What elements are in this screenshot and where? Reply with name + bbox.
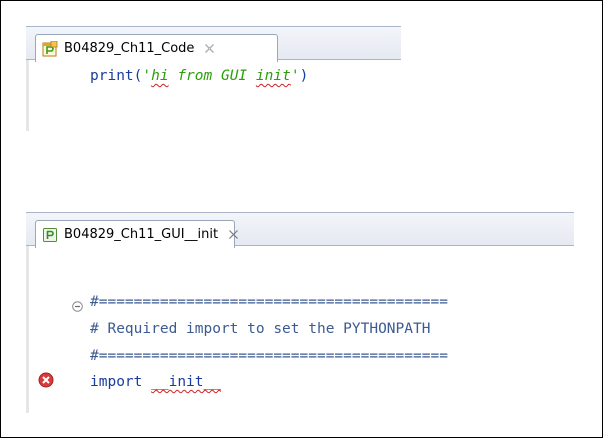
code-comment-line[interactable]: #=======================================… bbox=[90, 292, 448, 312]
code-editor-1: B04829_Ch11_Code print('hi from GUI init… bbox=[26, 26, 401, 131]
editor-tab[interactable]: B04829_Ch11_GUI__init bbox=[35, 220, 239, 248]
code-token-quote: ' bbox=[290, 68, 300, 84]
code-token-function: print bbox=[90, 68, 134, 84]
code-editor-2: B04829_Ch11_GUI__init #=================… bbox=[26, 212, 574, 413]
close-icon[interactable] bbox=[228, 229, 239, 240]
editor-gutter bbox=[26, 60, 29, 131]
code-token-string: from GUI bbox=[168, 68, 256, 84]
code-token-string-word: init bbox=[255, 68, 291, 84]
code-comment-line[interactable]: # Required import to set the PYTHONPATH bbox=[90, 319, 430, 339]
code-token-keyword: import bbox=[90, 374, 143, 390]
editor-tab[interactable]: B04829_Ch11_Code bbox=[35, 34, 278, 62]
code-token-module-error: __init__ bbox=[151, 374, 221, 390]
collapse-fold-icon[interactable] bbox=[72, 297, 83, 312]
editor-tab-title: B04829_Ch11_Code bbox=[64, 41, 195, 56]
editor-gutter bbox=[26, 246, 29, 413]
code-comment-line[interactable]: #=======================================… bbox=[90, 346, 448, 366]
code-import-line[interactable]: import __init__ bbox=[90, 372, 221, 392]
code-token-string-word: hi bbox=[151, 68, 169, 84]
code-token-paren: ) bbox=[299, 68, 309, 84]
editor-tab-bar: B04829_Ch11_Code bbox=[26, 26, 401, 62]
python-file-icon bbox=[42, 40, 58, 57]
editor-tab-title: B04829_Ch11_GUI__init bbox=[64, 227, 219, 242]
error-icon[interactable] bbox=[38, 372, 54, 388]
editor-tab-bar: B04829_Ch11_GUI__init bbox=[26, 212, 574, 248]
python-module-icon bbox=[42, 227, 58, 243]
screenshot-frame: B04829_Ch11_Code print('hi from GUI init… bbox=[0, 0, 603, 438]
code-token-quote: ' bbox=[142, 68, 152, 84]
close-icon[interactable] bbox=[204, 43, 215, 54]
code-line[interactable]: print('hi from GUI init') bbox=[90, 66, 308, 86]
